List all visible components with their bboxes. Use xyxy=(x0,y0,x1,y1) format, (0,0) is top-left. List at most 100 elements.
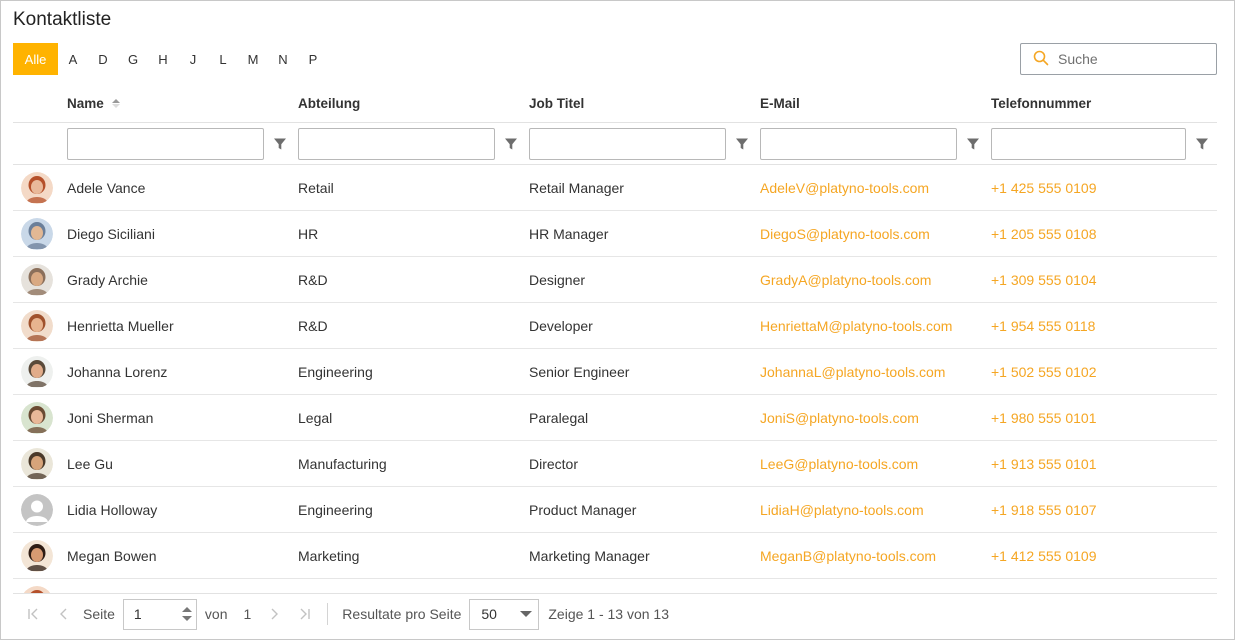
cell-job: Senior Engineer xyxy=(529,363,630,380)
cell-job: Director xyxy=(529,455,579,472)
avatar-cell xyxy=(13,171,67,204)
table-row[interactable]: Adele Vance Retail Retail Manager AdeleV@pl… xyxy=(13,165,1217,211)
avatar xyxy=(21,493,53,526)
avatar xyxy=(21,401,53,434)
page-number-value: 1 xyxy=(133,606,142,622)
search-icon xyxy=(1033,50,1049,69)
filter-icon[interactable] xyxy=(495,128,526,160)
avatar xyxy=(21,447,53,480)
table-row[interactable]: Lidia Holloway Engineering Product Manager… xyxy=(13,487,1217,533)
alphabet-filter-alle[interactable]: Alle xyxy=(13,43,58,75)
alphabet-filter-m[interactable]: M xyxy=(238,43,268,75)
table-row[interactable]: Johanna Lorenz Engineering Senior Engineer… xyxy=(13,349,1217,395)
cell-email-link[interactable]: GradyA@platyno-tools.com xyxy=(760,272,931,288)
avatar xyxy=(21,263,53,296)
alphabet-filter-h[interactable]: H xyxy=(148,43,178,75)
cell-phone-link[interactable]: +1 412 555 0109 xyxy=(991,548,1097,564)
filter-cell-department xyxy=(298,127,529,160)
avatar-cell xyxy=(13,309,67,342)
cell-email-link[interactable]: AdeleV@platyno-tools.com xyxy=(760,180,929,196)
avatar-cell xyxy=(13,585,67,593)
cell-phone-link[interactable]: +1 913 555 0101 xyxy=(991,456,1097,472)
prev-page-button[interactable] xyxy=(51,601,77,627)
cell-email-link[interactable]: JohannaL@platyno-tools.com xyxy=(760,364,945,380)
cell-job: Product Manager xyxy=(529,501,637,518)
search-box[interactable] xyxy=(1020,43,1217,75)
table-row[interactable]: Lee Gu Manufacturing Director LeeG@platyno-… xyxy=(13,441,1217,487)
column-header-email[interactable]: E-Mail xyxy=(760,96,991,111)
grid-header: Name Abteilung Job Titel E-Mail Telefonn… xyxy=(13,85,1217,123)
cell-phone-link[interactable]: +1 309 555 0104 xyxy=(991,272,1097,288)
alphabet-filter-n[interactable]: N xyxy=(268,43,298,75)
cell-email-link[interactable]: JoniS@platyno-tools.com xyxy=(760,410,919,426)
cell-phone-link[interactable]: +1 954 555 0118 xyxy=(991,318,1095,334)
alphabet-filter-a[interactable]: A xyxy=(58,43,88,75)
page-title: Kontaktliste xyxy=(13,9,112,30)
column-header-job[interactable]: Job Titel xyxy=(529,96,760,111)
filter-input-phone[interactable] xyxy=(991,127,1187,160)
table-row[interactable]: Diego Siciliani HR HR Manager DiegoS@platyn… xyxy=(13,211,1217,257)
next-page-button[interactable] xyxy=(261,601,287,627)
spin-down-icon[interactable] xyxy=(181,616,192,621)
spin-up-icon[interactable] xyxy=(181,607,192,612)
cell-phone-link[interactable]: +1 205 555 0108 xyxy=(991,226,1097,242)
sort-ascending-icon xyxy=(111,99,120,108)
first-page-button[interactable] xyxy=(21,601,47,627)
cell-phone-link[interactable]: +1 502 555 0102 xyxy=(991,364,1097,380)
alphabet-filter-p[interactable]: P xyxy=(298,43,328,75)
alphabet-filter-bar: Alle A D G H J L M N P xyxy=(13,43,328,75)
search-input[interactable] xyxy=(1058,51,1208,67)
of-label: von xyxy=(204,606,228,622)
per-page-label: Resultate pro Seite xyxy=(342,606,462,622)
cell-department: R&D xyxy=(298,317,328,334)
filter-cell-email xyxy=(760,127,991,160)
filter-input-job[interactable] xyxy=(529,127,726,160)
avatar-cell xyxy=(13,493,67,526)
cell-phone-link[interactable]: +1 918 555 0107 xyxy=(991,502,1097,518)
cell-name: Lee Gu xyxy=(67,455,113,472)
avatar xyxy=(21,539,53,572)
filter-icon[interactable] xyxy=(957,128,988,160)
avatar xyxy=(21,585,53,593)
filter-input-name[interactable] xyxy=(67,127,264,160)
page-size-select[interactable]: 50 xyxy=(469,598,540,630)
cell-department: Marketing xyxy=(298,547,360,564)
cell-job: Retail Manager xyxy=(529,179,624,196)
avatar-cell xyxy=(13,447,67,480)
table-row-partial[interactable] xyxy=(13,579,1217,593)
filter-icon[interactable] xyxy=(1186,128,1217,160)
cell-name: Henrietta Mueller xyxy=(67,317,174,334)
cell-email-link[interactable]: DiegoS@platyno-tools.com xyxy=(760,226,930,242)
cell-email-link[interactable]: MeganB@platyno-tools.com xyxy=(760,548,936,564)
filter-input-email[interactable] xyxy=(760,127,957,160)
pager: Seite 1 von 1 Resultate pro Seite 50 Zei… xyxy=(13,593,1217,634)
page-spinner[interactable] xyxy=(181,607,192,621)
cell-name: Grady Archie xyxy=(67,271,148,288)
cell-department: Engineering xyxy=(298,363,373,380)
page-number-input[interactable]: 1 xyxy=(122,598,197,630)
filter-icon[interactable] xyxy=(726,128,757,160)
column-header-name[interactable]: Name xyxy=(67,96,298,111)
table-row[interactable]: Henrietta Mueller R&D Developer HenriettaM@… xyxy=(13,303,1217,349)
cell-email-link[interactable]: HenriettaM@platyno-tools.com xyxy=(760,318,952,334)
table-row[interactable]: Grady Archie R&D Designer GradyA@platyno-to… xyxy=(13,257,1217,303)
cell-job: Paralegal xyxy=(529,409,589,426)
cell-department: HR xyxy=(298,225,319,242)
cell-email-link[interactable]: LidiaH@platyno-tools.com xyxy=(760,502,924,518)
table-row[interactable]: Megan Bowen Marketing Marketing Manager Meg… xyxy=(13,533,1217,579)
alphabet-filter-j[interactable]: J xyxy=(178,43,208,75)
cell-email-link[interactable]: LeeG@platyno-tools.com xyxy=(760,456,918,472)
alphabet-filter-d[interactable]: D xyxy=(88,43,118,75)
alphabet-filter-g[interactable]: G xyxy=(118,43,148,75)
filter-input-department[interactable] xyxy=(298,127,495,160)
column-header-department[interactable]: Abteilung xyxy=(298,96,529,111)
alphabet-filter-l[interactable]: L xyxy=(208,43,238,75)
cell-phone-link[interactable]: +1 980 555 0101 xyxy=(991,410,1097,426)
last-page-button[interactable] xyxy=(291,601,317,627)
table-row[interactable]: Joni Sherman Legal Paralegal JoniS@platyno-… xyxy=(13,395,1217,441)
cell-name: Megan Bowen xyxy=(67,547,157,564)
column-header-phone[interactable]: Telefonnummer xyxy=(991,96,1217,111)
cell-job: Designer xyxy=(529,271,586,288)
filter-icon[interactable] xyxy=(264,128,295,160)
cell-phone-link[interactable]: +1 425 555 0109 xyxy=(991,180,1097,196)
